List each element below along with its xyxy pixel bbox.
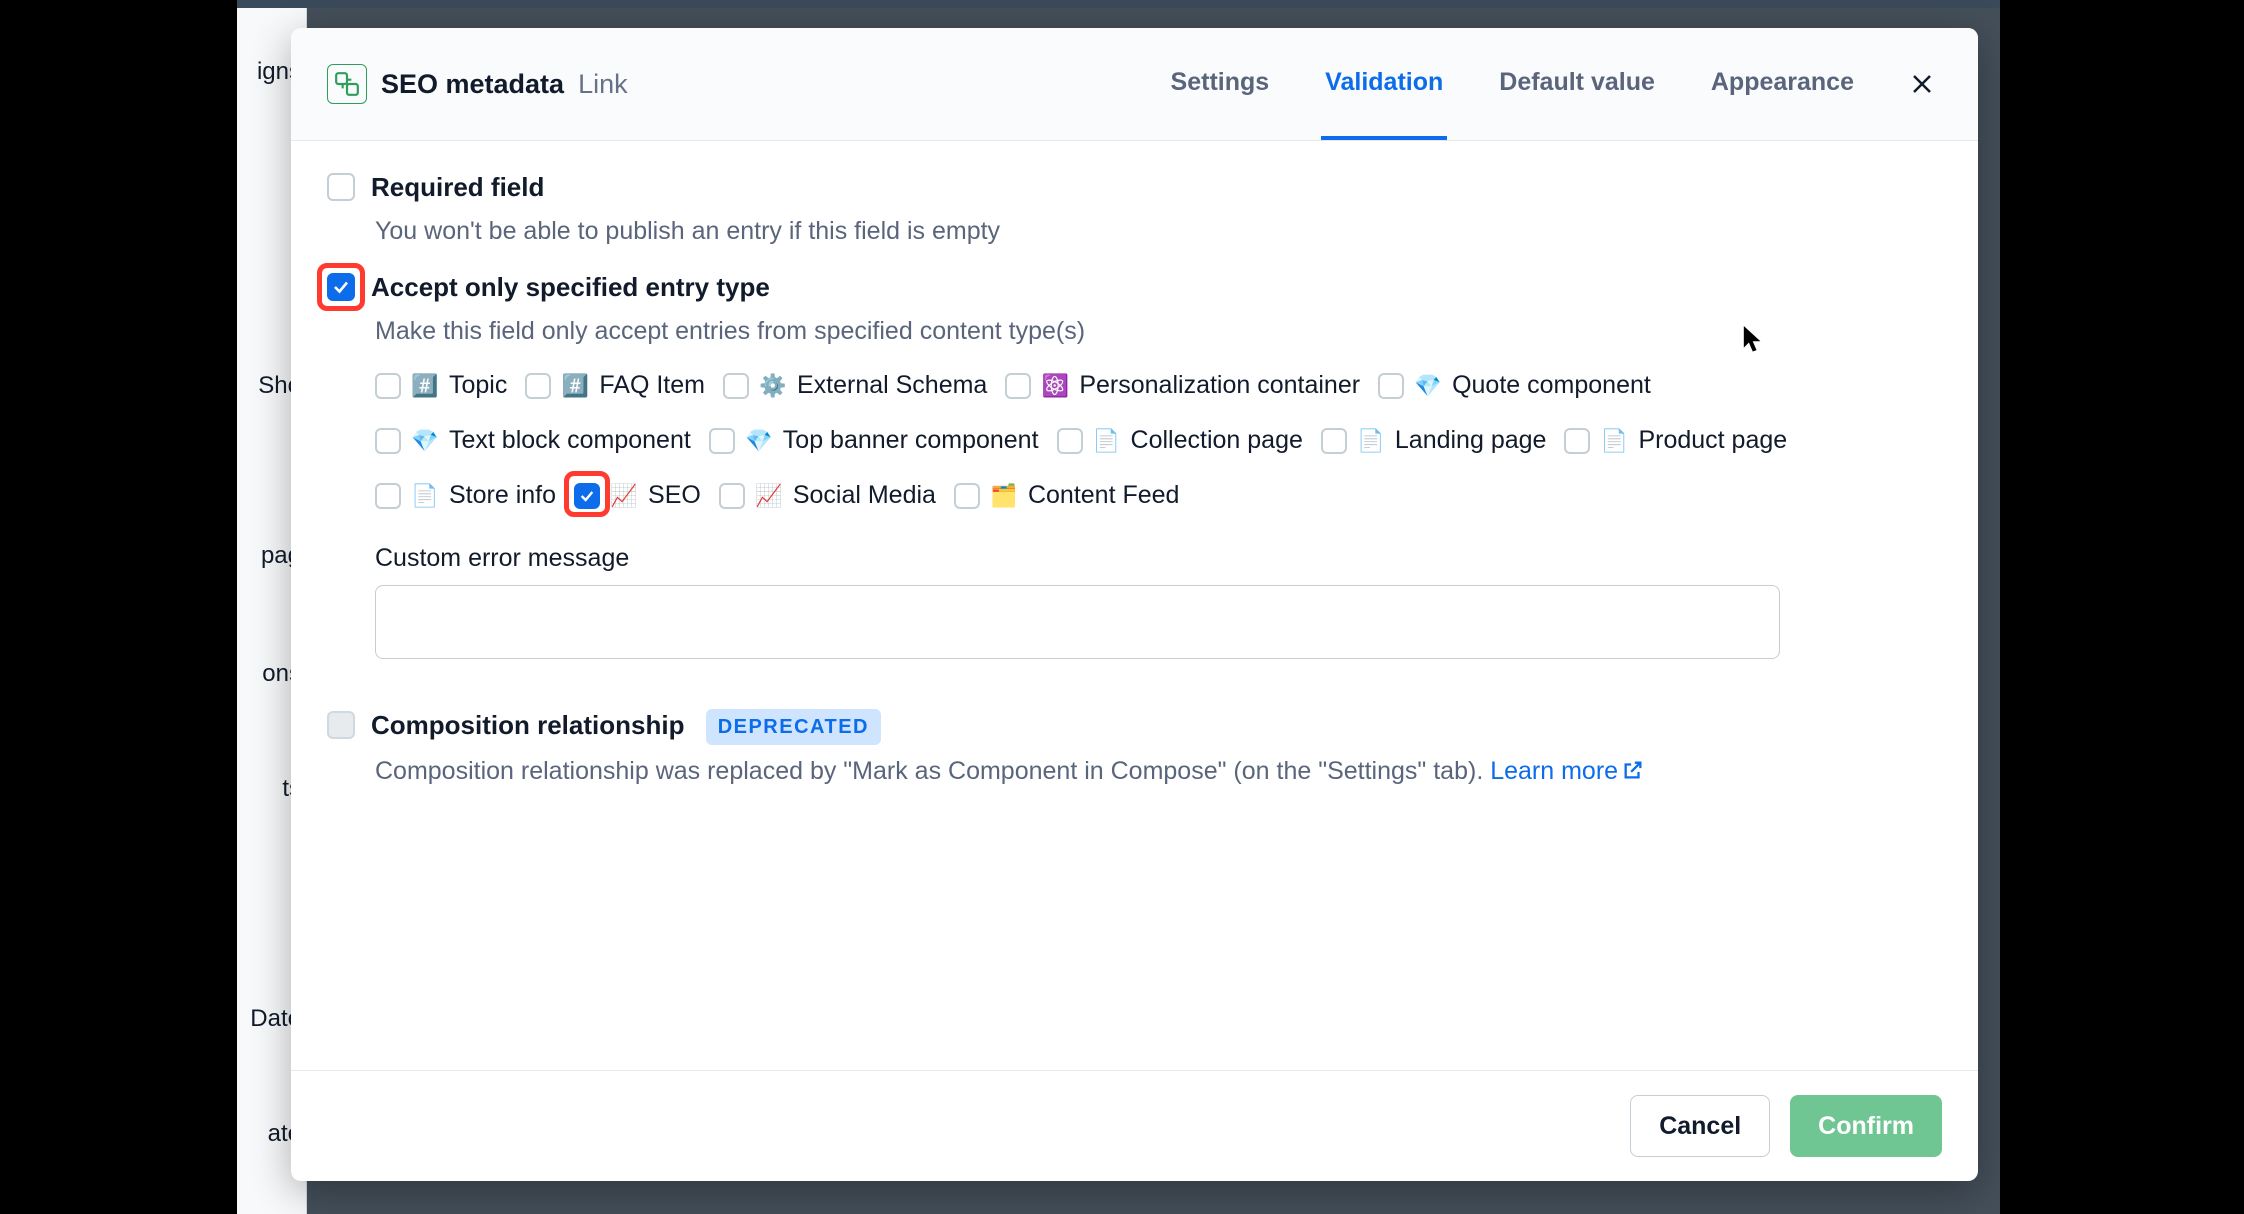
entry-type-label: SEO <box>648 481 701 510</box>
confirm-button[interactable]: Confirm <box>1790 1095 1942 1157</box>
accept-entry-types-checkbox[interactable] <box>327 273 355 301</box>
entry-type-checkbox[interactable] <box>719 483 745 509</box>
entry-type-label: Quote component <box>1452 371 1651 400</box>
entry-type-checkbox[interactable] <box>1057 428 1083 454</box>
accept-entry-types-desc: Make this field only accept entries from… <box>375 313 1930 349</box>
entry-type-icon: #️⃣ <box>561 372 589 400</box>
entry-type-checkbox[interactable] <box>709 428 735 454</box>
required-field-option: Required field <box>327 171 1930 205</box>
entry-type-checkbox[interactable] <box>375 373 401 399</box>
entry-type-label: Collection page <box>1131 426 1303 455</box>
entry-type-item: 📄 Product page <box>1564 426 1787 455</box>
entry-type-item: 📄 Landing page <box>1321 426 1547 455</box>
entry-type-icon: ⚛️ <box>1041 372 1069 400</box>
field-settings-modal: SEO metadata Link Settings Validation De… <box>291 28 1978 1181</box>
entry-type-checkbox[interactable] <box>574 483 600 509</box>
tab-default-value[interactable]: Default value <box>1495 28 1659 140</box>
entry-type-icon: #️⃣ <box>411 372 439 400</box>
custom-error-label: Custom error message <box>375 544 1930 573</box>
entry-type-item: #️⃣ Topic <box>375 371 507 400</box>
entry-type-item: 💎 Quote component <box>1378 371 1651 400</box>
entry-type-item: 💎 Top banner component <box>709 426 1039 455</box>
entry-type-label: Store info <box>449 481 556 510</box>
entry-type-icon: 📈 <box>755 482 783 510</box>
entry-type-label: Landing page <box>1395 426 1547 455</box>
modal-header: SEO metadata Link Settings Validation De… <box>291 28 1978 141</box>
close-button[interactable] <box>1902 64 1942 104</box>
entry-type-item: ⚙️ External Schema <box>723 371 987 400</box>
entry-type-item: 📈 Social Media <box>719 481 936 510</box>
reference-type-icon <box>327 64 367 104</box>
entry-type-item: 📄 Store info <box>375 481 556 510</box>
composition-title-text: Composition relationship <box>371 710 684 740</box>
entry-type-item: #️⃣ FAQ Item <box>525 371 705 400</box>
accept-entry-types-title: Accept only specified entry type <box>371 271 770 305</box>
entry-type-checkbox[interactable] <box>1564 428 1590 454</box>
entry-type-icon: 📄 <box>1357 427 1385 455</box>
entry-type-label: External Schema <box>797 371 987 400</box>
tab-appearance[interactable]: Appearance <box>1707 28 1858 140</box>
entry-type-checkbox[interactable] <box>375 483 401 509</box>
entry-type-checkbox[interactable] <box>1005 373 1031 399</box>
modal-footer: Cancel Confirm <box>291 1070 1978 1181</box>
tab-settings[interactable]: Settings <box>1167 28 1274 140</box>
entry-type-checkbox[interactable] <box>375 428 401 454</box>
entry-type-icon: 📄 <box>1600 427 1628 455</box>
entry-type-label: Product page <box>1638 426 1787 455</box>
composition-desc-text: Composition relationship was replaced by… <box>375 757 1490 785</box>
composition-relationship-title: Composition relationship DEPRECATED <box>371 709 881 745</box>
composition-relationship-checkbox <box>327 711 355 739</box>
entry-types-list: #️⃣ Topic #️⃣ FAQ Item ⚙️ External Schema ⚛️ Pe… <box>375 371 1930 510</box>
modal-body: Required field You won't be able to publ… <box>291 141 1978 1070</box>
background-top-strip <box>237 0 2000 8</box>
entry-type-label: Top banner component <box>783 426 1039 455</box>
custom-error-input[interactable] <box>375 585 1780 659</box>
cancel-button[interactable]: Cancel <box>1630 1095 1770 1157</box>
entry-type-checkbox[interactable] <box>525 373 551 399</box>
required-field-title: Required field <box>371 171 544 205</box>
entry-type-checkbox[interactable] <box>1321 428 1347 454</box>
entry-type-checkbox[interactable] <box>954 483 980 509</box>
entry-type-label: FAQ Item <box>599 371 705 400</box>
entry-type-icon: 🗂️ <box>990 482 1018 510</box>
tab-validation[interactable]: Validation <box>1321 28 1447 140</box>
modal-tabs: Settings Validation Default value Appear… <box>1167 28 1858 140</box>
entry-type-item: ⚛️ Personalization container <box>1005 371 1360 400</box>
learn-more-link[interactable]: Learn more <box>1490 757 1644 785</box>
required-field-checkbox[interactable] <box>327 173 355 201</box>
entry-type-icon: ⚙️ <box>759 372 787 400</box>
entry-type-icon: 💎 <box>745 427 773 455</box>
entry-type-label: Text block component <box>449 426 691 455</box>
field-title: SEO metadata <box>381 69 564 100</box>
entry-type-label: Personalization container <box>1079 371 1360 400</box>
entry-type-label: Content Feed <box>1028 481 1180 510</box>
composition-relationship-option: Composition relationship DEPRECATED <box>327 709 1930 745</box>
entry-type-icon: 📈 <box>610 482 638 510</box>
entry-type-item: 📈 SEO <box>574 481 701 510</box>
entry-type-item: 📄 Collection page <box>1057 426 1303 455</box>
accept-entry-types-option: Accept only specified entry type <box>327 271 1930 305</box>
entry-type-checkbox[interactable] <box>1378 373 1404 399</box>
composition-relationship-desc: Composition relationship was replaced by… <box>375 753 1930 789</box>
external-link-icon <box>1622 759 1644 781</box>
learn-more-text: Learn more <box>1490 757 1618 785</box>
entry-type-label: Topic <box>449 371 507 400</box>
entry-type-icon: 💎 <box>411 427 439 455</box>
entry-type-checkbox[interactable] <box>723 373 749 399</box>
required-field-desc: You won't be able to publish an entry if… <box>375 213 1930 249</box>
entry-type-icon: 💎 <box>1414 372 1442 400</box>
header-title-group: SEO metadata Link <box>327 64 628 104</box>
field-kind: Link <box>578 69 628 100</box>
deprecated-badge: DEPRECATED <box>706 709 881 745</box>
entry-type-label: Social Media <box>793 481 936 510</box>
entry-type-item: 💎 Text block component <box>375 426 691 455</box>
entry-type-item: 🗂️ Content Feed <box>954 481 1180 510</box>
entry-type-icon: 📄 <box>411 482 439 510</box>
entry-type-icon: 📄 <box>1093 427 1121 455</box>
